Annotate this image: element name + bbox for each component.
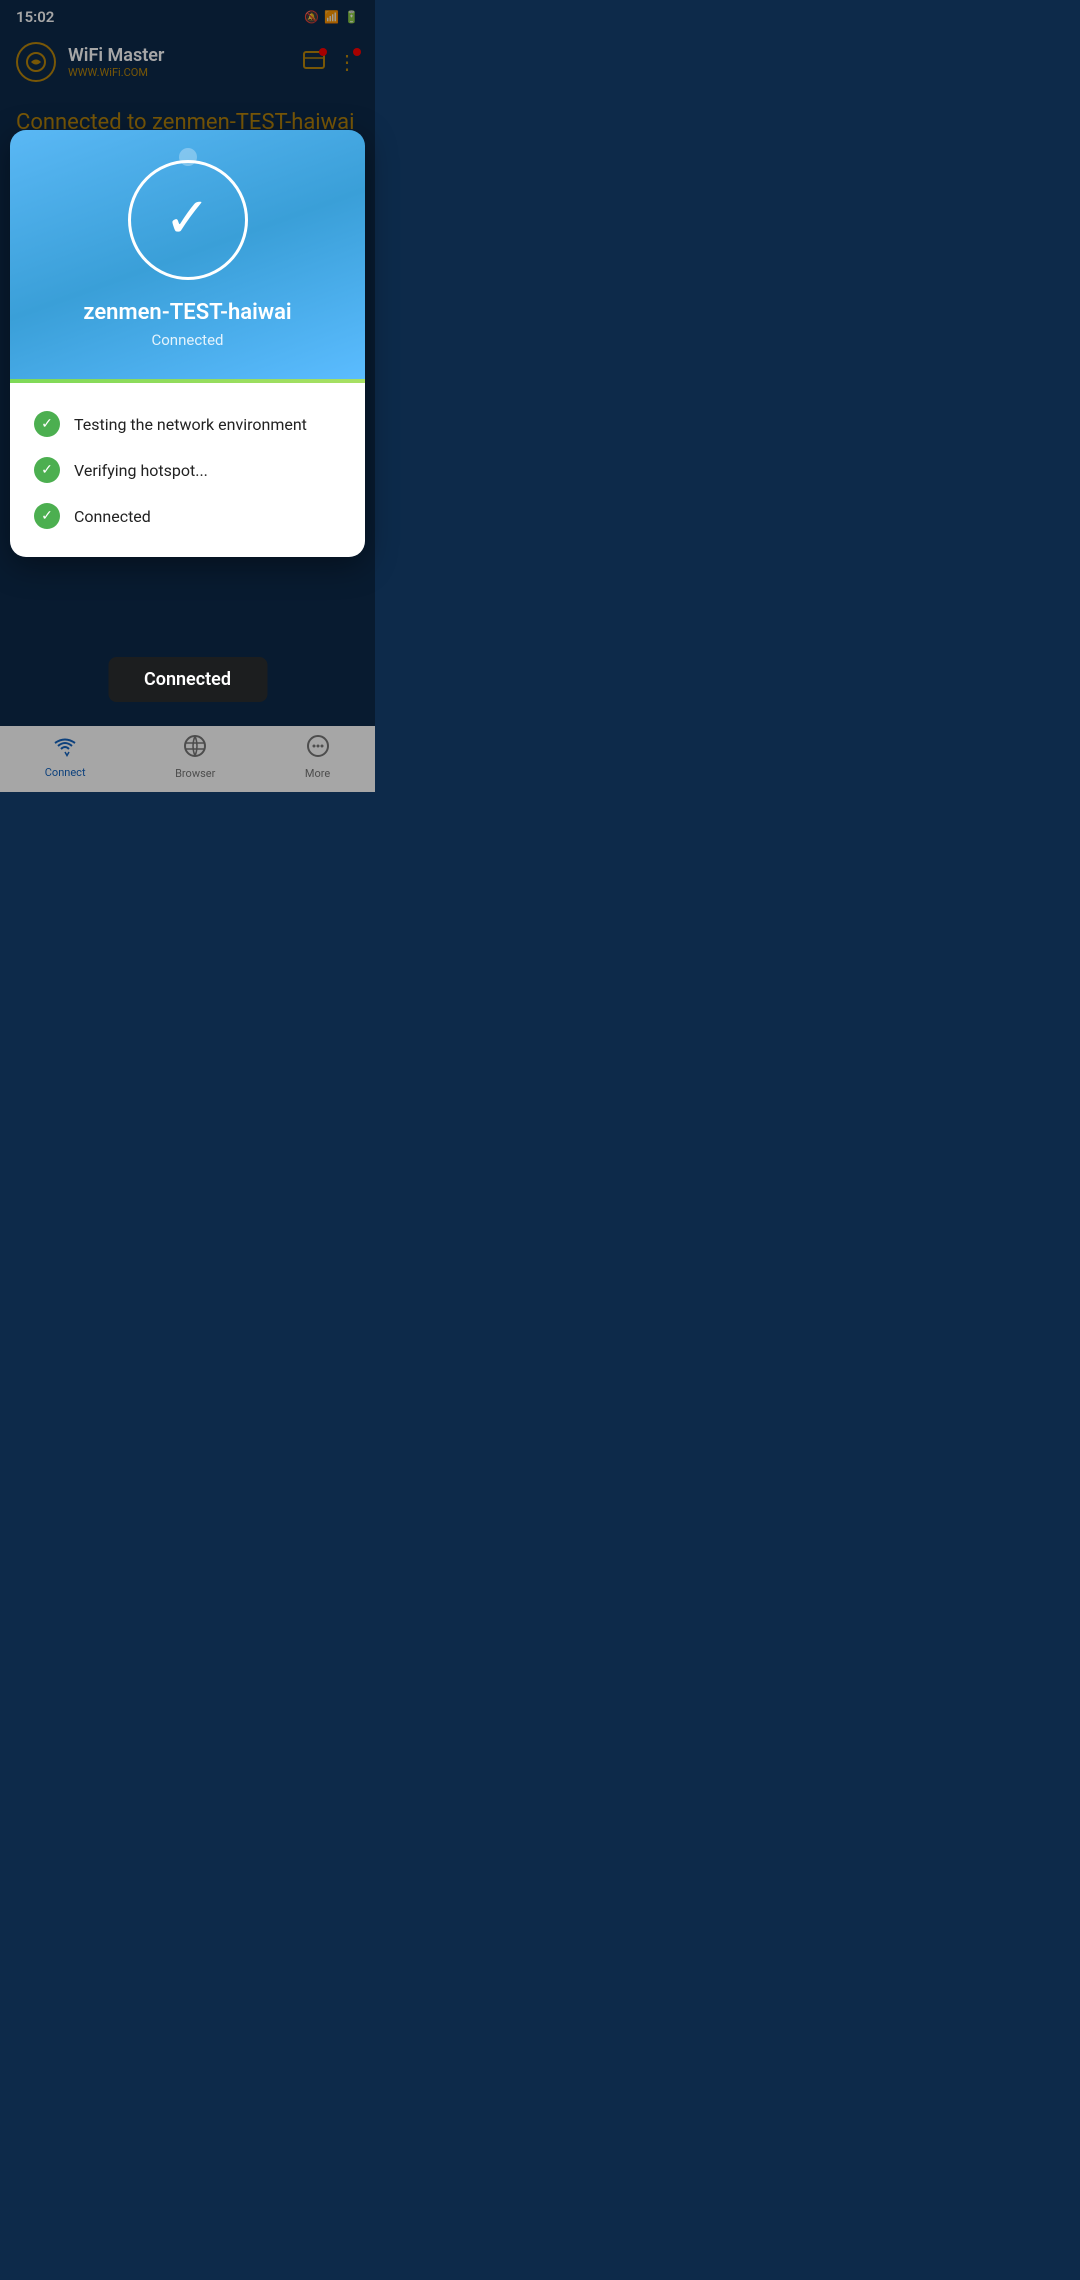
- step-3: ✓ Connected: [34, 503, 341, 529]
- step-check-icon: ✓: [34, 411, 60, 437]
- step-check-icon: ✓: [34, 503, 60, 529]
- step-2: ✓ Verifying hotspot...: [34, 457, 341, 483]
- modal-circle-decoration: [179, 148, 197, 166]
- connected-toast: Connected: [108, 657, 267, 702]
- modal-top: ✓ zenmen-TEST-haiwai Connected: [10, 130, 365, 379]
- modal-network-name: zenmen-TEST-haiwai: [83, 300, 291, 325]
- step-text: Testing the network environment: [74, 415, 307, 434]
- step-check-icon: ✓: [34, 457, 60, 483]
- step-text: Connected: [74, 507, 151, 526]
- modal-connected-status: Connected: [151, 331, 223, 349]
- step-text: Verifying hotspot...: [74, 461, 208, 480]
- check-circle: ✓: [128, 160, 248, 280]
- connection-modal: ✓ zenmen-TEST-haiwai Connected ✓ Testing…: [10, 130, 365, 557]
- step-1: ✓ Testing the network environment: [34, 411, 341, 437]
- modal-bottom: ✓ Testing the network environment ✓ Veri…: [10, 383, 365, 557]
- checkmark-icon: ✓: [164, 190, 211, 246]
